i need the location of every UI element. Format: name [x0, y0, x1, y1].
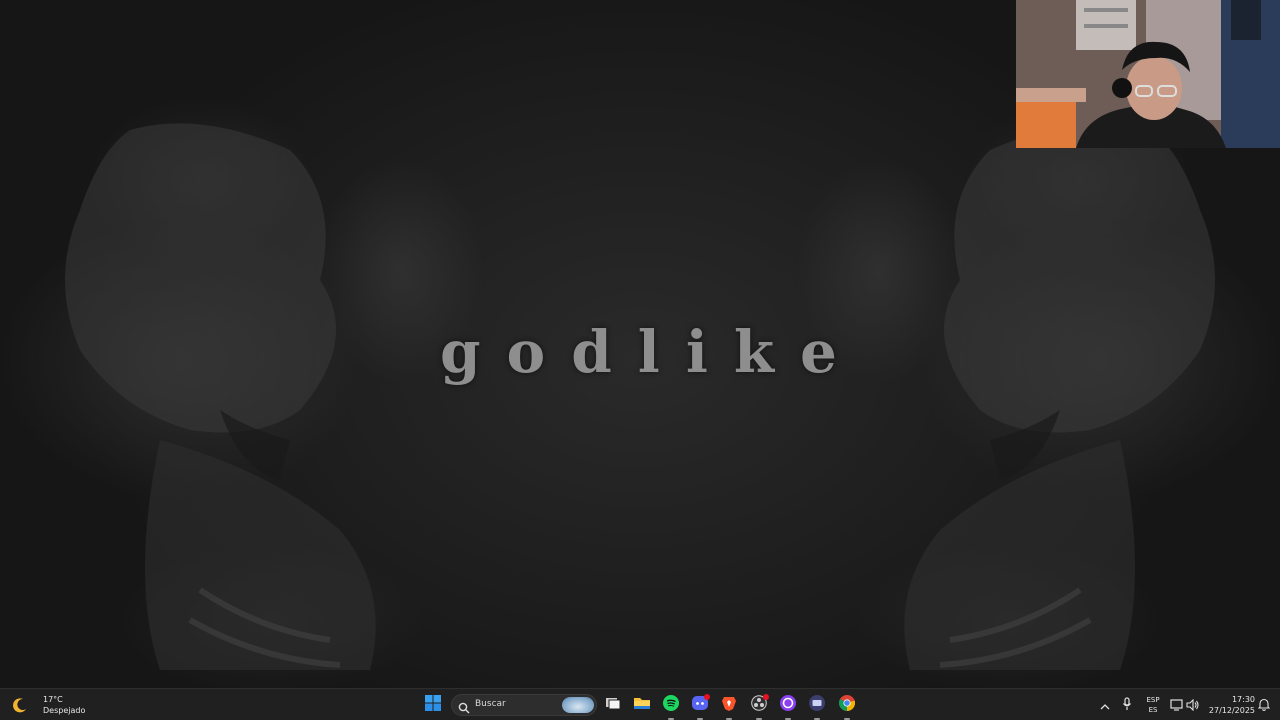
microphone-icon	[1122, 696, 1132, 715]
volume-button[interactable]	[1185, 697, 1201, 713]
search-placeholder: Buscar	[475, 699, 506, 709]
search-highlight-icon	[562, 697, 594, 713]
obs-button[interactable]	[747, 693, 771, 720]
recording-badge	[763, 694, 769, 700]
taskbar-search[interactable]: Buscar	[451, 694, 597, 716]
weather-temperature: 17°C	[43, 695, 63, 704]
clock-date: 27/12/2025	[1208, 706, 1255, 715]
microphone-button[interactable]	[1119, 696, 1135, 715]
weather-widget[interactable]: 17°C Despejado	[10, 693, 100, 717]
clock-time: 17:30	[1231, 695, 1255, 704]
monitor-app-button[interactable]	[805, 693, 829, 720]
task-view-button[interactable]	[601, 693, 625, 717]
spotify-icon	[663, 695, 679, 715]
network-icon	[1170, 696, 1184, 715]
search-icon	[458, 699, 470, 714]
folder-icon	[633, 695, 651, 715]
webcam-feed-image	[1016, 0, 1280, 148]
start-button[interactable]	[421, 693, 445, 717]
brave-icon	[721, 695, 737, 715]
language-indicator[interactable]: ESP ES	[1143, 695, 1163, 715]
taskbar: 17°C Despejado Buscar ESP ES 17:30 27/12…	[0, 688, 1280, 720]
chrome-button[interactable]	[835, 693, 859, 720]
monitor-app-icon	[809, 695, 825, 715]
show-hidden-icons-button[interactable]	[1097, 697, 1113, 713]
windows-start-icon	[425, 695, 441, 715]
circle-app-button[interactable]	[776, 693, 800, 720]
weather-condition: Despejado	[43, 706, 86, 715]
speaker-icon	[1186, 696, 1200, 715]
moon-icon	[12, 697, 28, 713]
discord-button[interactable]	[688, 693, 712, 720]
brave-button[interactable]	[717, 693, 741, 720]
webcam-overlay	[1016, 0, 1280, 148]
spotify-button[interactable]	[659, 693, 683, 720]
task-view-icon	[605, 695, 621, 715]
angel-silhouette-left	[65, 123, 376, 670]
notification-badge	[704, 694, 710, 700]
notifications-button[interactable]	[1256, 697, 1272, 713]
chevron-up-icon	[1100, 696, 1110, 715]
file-explorer-button[interactable]	[630, 693, 654, 717]
language-primary: ESP	[1146, 696, 1160, 704]
network-button[interactable]	[1169, 697, 1185, 713]
circle-app-icon	[780, 695, 796, 715]
language-secondary: ES	[1148, 706, 1158, 714]
clock[interactable]: 17:30 27/12/2025	[1205, 694, 1255, 716]
chrome-icon	[839, 695, 856, 715]
wallpaper-title: godlike	[440, 318, 863, 386]
notification-bell-icon	[1257, 696, 1271, 715]
angel-silhouette-right	[904, 123, 1215, 670]
